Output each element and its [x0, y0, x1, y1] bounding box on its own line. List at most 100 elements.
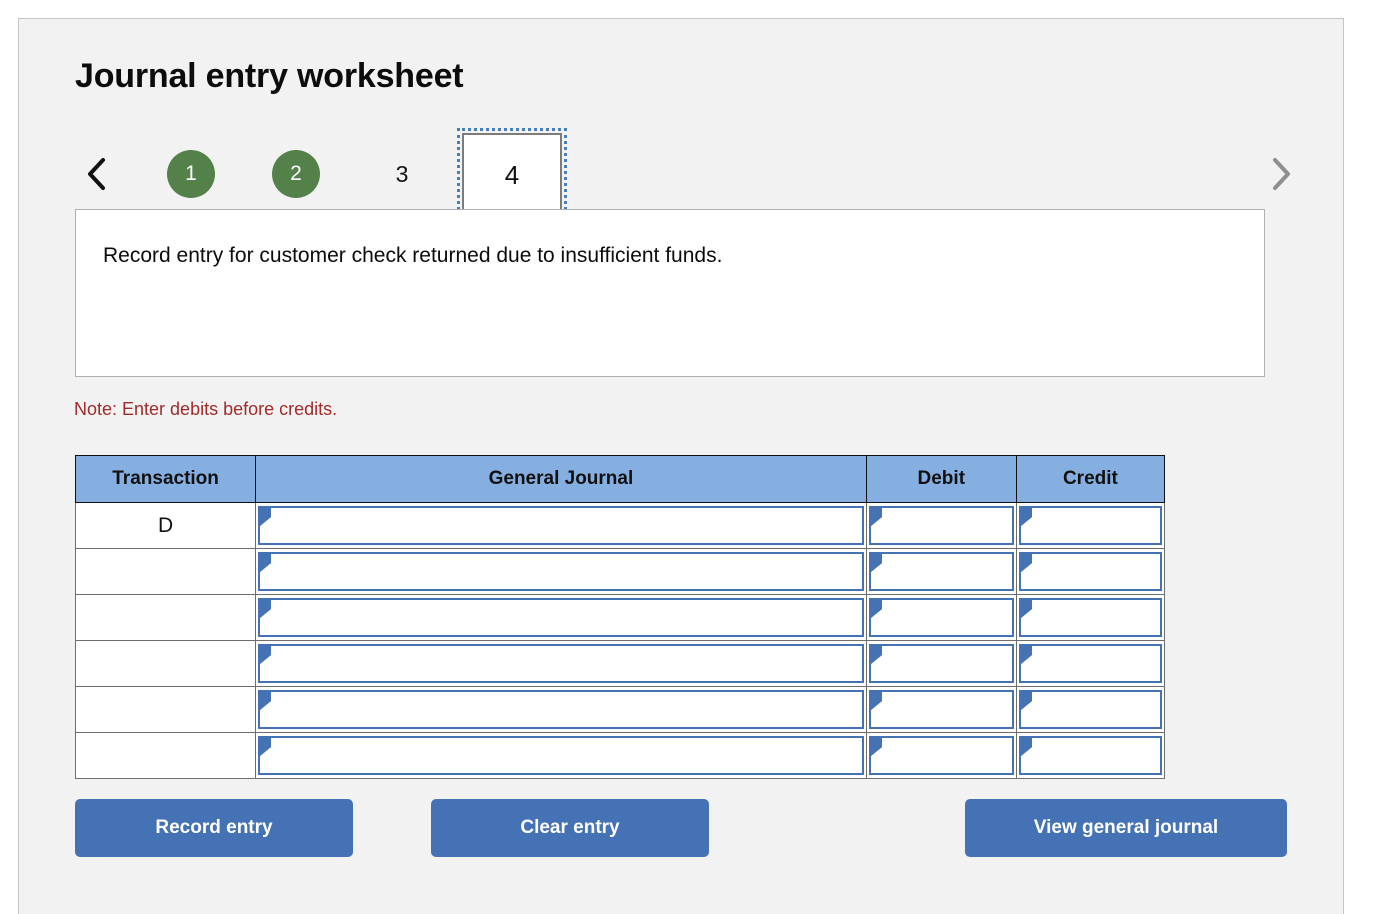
credit-input[interactable] [1018, 690, 1162, 729]
table-row [74, 686, 1166, 733]
general-journal-value [276, 738, 856, 773]
chevron-right-icon[interactable] [1263, 151, 1299, 197]
general-journal-input[interactable] [258, 644, 864, 683]
transaction-cell[interactable] [74, 640, 257, 687]
debit-cell [865, 640, 1017, 687]
general-journal-input[interactable] [258, 506, 864, 545]
page-title: Journal entry worksheet [75, 57, 464, 95]
general-journal-cell [255, 548, 867, 595]
debit-cell [865, 732, 1017, 779]
dropdown-triangle-icon [1020, 692, 1032, 710]
debit-cell [865, 502, 1017, 549]
credit-cell [1015, 686, 1166, 733]
debit-input[interactable] [868, 506, 1014, 545]
credit-cell [1015, 548, 1166, 595]
general-journal-cell [255, 594, 867, 641]
column-header-credit: Credit [1015, 455, 1166, 503]
view-general-journal-button[interactable]: View general journal [965, 799, 1287, 857]
transaction-cell[interactable] [74, 594, 257, 641]
general-journal-input[interactable] [258, 552, 864, 591]
general-journal-input[interactable] [258, 690, 864, 729]
debit-cell [865, 686, 1017, 733]
journal-entry-table: Transaction General Journal Debit Credit… [74, 455, 1166, 779]
dropdown-triangle-icon [870, 738, 882, 756]
pager-step-3[interactable]: 3 [378, 150, 426, 198]
dropdown-triangle-icon [1020, 600, 1032, 618]
dropdown-triangle-icon [870, 646, 882, 664]
credit-input[interactable] [1018, 552, 1162, 591]
pager-step-1[interactable]: 1 [167, 150, 215, 198]
table-row [74, 594, 1166, 641]
general-journal-value [276, 508, 856, 543]
debits-before-credits-note: Note: Enter debits before credits. [74, 399, 338, 419]
credit-cell [1015, 502, 1166, 549]
transaction-cell[interactable] [74, 732, 257, 779]
dropdown-triangle-icon [260, 600, 272, 618]
pager-step-1-label: 1 [185, 162, 197, 185]
debit-input[interactable] [868, 598, 1014, 637]
credit-input[interactable] [1018, 644, 1162, 683]
debit-cell [865, 548, 1017, 595]
debit-value [887, 738, 1006, 773]
debit-input[interactable] [868, 644, 1014, 683]
dropdown-triangle-icon [260, 738, 272, 756]
credit-cell [1015, 640, 1166, 687]
pager-step-4-label: 4 [504, 159, 520, 190]
general-journal-value [276, 554, 856, 589]
debit-input[interactable] [868, 552, 1014, 591]
debit-value [887, 554, 1006, 589]
transaction-description-box: Record entry for customer check returned… [75, 209, 1265, 377]
debit-input[interactable] [868, 736, 1014, 775]
pager-step-2-label: 2 [290, 162, 302, 185]
pager-step-4[interactable]: 4 [457, 128, 567, 222]
dropdown-triangle-icon [1020, 738, 1032, 756]
debit-value [887, 692, 1006, 727]
credit-value [1037, 692, 1154, 727]
transaction-cell[interactable] [74, 548, 257, 595]
general-journal-cell [255, 732, 867, 779]
dropdown-triangle-icon [1020, 646, 1032, 664]
general-journal-input[interactable] [258, 736, 864, 775]
credit-input[interactable] [1018, 506, 1162, 545]
pager-step-2[interactable]: 2 [272, 150, 320, 198]
debit-input[interactable] [868, 690, 1014, 729]
general-journal-value [276, 646, 856, 681]
clear-entry-button[interactable]: Clear entry [431, 799, 709, 857]
general-journal-value [276, 600, 856, 635]
credit-cell [1015, 732, 1166, 779]
table-header-row: Transaction General Journal Debit Credit [74, 455, 1166, 503]
column-header-transaction: Transaction [74, 455, 257, 503]
transaction-cell[interactable]: D [74, 502, 257, 549]
credit-input[interactable] [1018, 598, 1162, 637]
column-header-general-journal: General Journal [255, 455, 867, 503]
dropdown-triangle-icon [870, 692, 882, 710]
dropdown-triangle-icon [1020, 554, 1032, 572]
pager-step-3-label: 3 [395, 160, 409, 187]
journal-entry-panel: Journal entry worksheet 1 2 3 4 Record e… [18, 18, 1344, 914]
dropdown-triangle-icon [1020, 508, 1032, 526]
table-row [74, 548, 1166, 595]
general-journal-cell [255, 502, 867, 549]
dropdown-triangle-icon [260, 508, 272, 526]
debit-value [887, 600, 1006, 635]
dropdown-triangle-icon [260, 554, 272, 572]
chevron-left-icon[interactable] [79, 151, 115, 197]
dropdown-triangle-icon [260, 692, 272, 710]
transaction-cell[interactable] [74, 686, 257, 733]
dropdown-triangle-icon [870, 554, 882, 572]
credit-value [1037, 738, 1154, 773]
record-entry-button[interactable]: Record entry [75, 799, 353, 857]
credit-value [1037, 600, 1154, 635]
journal-entry-rows: D [74, 502, 1166, 779]
dropdown-triangle-icon [260, 646, 272, 664]
general-journal-value [276, 692, 856, 727]
credit-input[interactable] [1018, 736, 1162, 775]
credit-value [1037, 554, 1154, 589]
credit-cell [1015, 594, 1166, 641]
general-journal-cell [255, 686, 867, 733]
dropdown-triangle-icon [870, 508, 882, 526]
general-journal-cell [255, 640, 867, 687]
debit-cell [865, 594, 1017, 641]
general-journal-input[interactable] [258, 598, 864, 637]
column-header-debit: Debit [865, 455, 1017, 503]
